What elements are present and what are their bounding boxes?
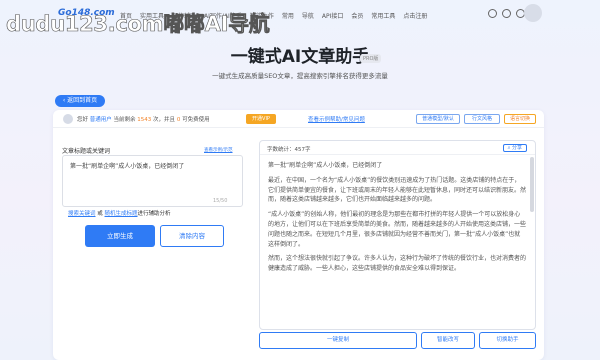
nav-link[interactable]: 点击注册	[403, 11, 427, 20]
search-icon[interactable]	[488, 9, 497, 18]
rewrite-button[interactable]: 智能改写	[421, 332, 475, 349]
style-select[interactable]: 行文风格	[464, 114, 500, 124]
user-info: 您好 普通用户 当前剩余 1543 次，并且 0 可免费使用	[77, 115, 210, 123]
pro-badge: PRO版	[360, 54, 382, 63]
links-suffix: 进行辅助分析	[137, 211, 171, 217]
model-select[interactable]: 普通模型/默认	[416, 114, 460, 124]
generate-button[interactable]: 立即生成	[85, 225, 155, 247]
open-vip-button[interactable]: 开通VIP	[246, 114, 276, 124]
links-mid: 或	[95, 211, 105, 217]
share-button[interactable]: ⌕ 分享	[502, 144, 527, 152]
nav-link[interactable]: 常用	[282, 11, 294, 20]
user-prefix: 您好	[77, 117, 89, 123]
nav-link[interactable]: 常用工具	[371, 11, 395, 20]
word-count-value: 457字	[294, 147, 311, 153]
nav-link[interactable]: 会员	[351, 11, 363, 20]
user-avatar[interactable]	[524, 4, 542, 22]
copy-button[interactable]: 一键复制	[259, 332, 417, 349]
scrollbar[interactable]	[530, 157, 534, 212]
nav-link[interactable]: API接口	[322, 11, 344, 20]
page-title: 一键式AI文章助手	[230, 47, 370, 67]
article-paragraph: 然而，这个想法很快就引起了争议。许多人认为，这种行为破坏了传统的餐饮行业，也对消…	[268, 255, 527, 273]
watermark: dudu123.com嘟嘟AI导航	[6, 12, 270, 37]
language-select[interactable]: 语言切换	[504, 114, 536, 124]
word-count: 字数统计：457字	[267, 145, 311, 153]
article-paragraph: 最近，在中国，一个名为“成人小饭桌”的餐饮类别迅速成为了热门话题。这类店铺的特点…	[268, 176, 527, 204]
random-title-link[interactable]: 随机生成标题	[105, 211, 138, 217]
back-button[interactable]: ‹ 返回到首页	[55, 95, 105, 107]
input-label: 文章标题或关键词	[62, 148, 111, 155]
output-header: 字数统计：457字 ⌕ 分享	[260, 141, 535, 155]
user-mid2: 次，并且	[153, 117, 176, 123]
clear-button[interactable]: 清除内容	[160, 225, 224, 247]
share-label: 分享	[511, 145, 522, 151]
credits-count: 1543	[137, 117, 152, 123]
nav-link[interactable]: 导航	[302, 11, 314, 20]
article-paragraph: “成人小饭桌”的创始人称，他们最初的理念是为那些在都市打拼的年轻人提供一个可以放…	[268, 211, 527, 248]
char-counter: 15/50	[213, 198, 228, 204]
user-icon	[63, 114, 73, 124]
guide-link[interactable]: 查看示例帮助/常见问题	[308, 115, 365, 123]
user-mid: 当前剩余	[113, 117, 136, 123]
article-paragraph: 第一批“刷单企啊”成人小饭桌，已经倒闭了	[268, 162, 383, 169]
user-name: 普通用户	[89, 117, 112, 123]
helper-links: 搜索关键词 或 随机生成标题进行辅助分析	[68, 209, 171, 217]
search-keyword-link[interactable]: 搜索关键词	[68, 211, 96, 217]
nav-icons	[488, 9, 525, 18]
word-count-label: 字数统计：	[267, 147, 295, 153]
toolbar: 您好 普通用户 当前剩余 1543 次，并且 0 可免费使用 开通VIP 查看示…	[53, 110, 544, 128]
article-body: 第一批“刷单企啊”成人小饭桌，已经倒闭了 最近，在中国，一个名为“成人小饭桌”的…	[268, 161, 526, 279]
user-suffix: 可免费使用	[182, 117, 210, 123]
page-subtitle: 一键式生成高质量SEO文章，提高搜索引擎排名获得更多流量	[212, 72, 388, 80]
output-panel: 字数统计：457字 ⌕ 分享 第一批“刷单企啊”成人小饭桌，已经倒闭了 最近，在…	[259, 140, 536, 330]
vip-count: 0	[176, 117, 181, 123]
example-link[interactable]: 查看示例/示范	[204, 147, 233, 153]
message-icon[interactable]	[502, 9, 511, 18]
continue-button[interactable]: 切换助手	[479, 332, 536, 349]
back-label: 返回到首页	[67, 97, 98, 104]
keyword-input-value: 第一批“刷单企啊”成人小饭桌，已经倒闭了	[70, 163, 185, 170]
